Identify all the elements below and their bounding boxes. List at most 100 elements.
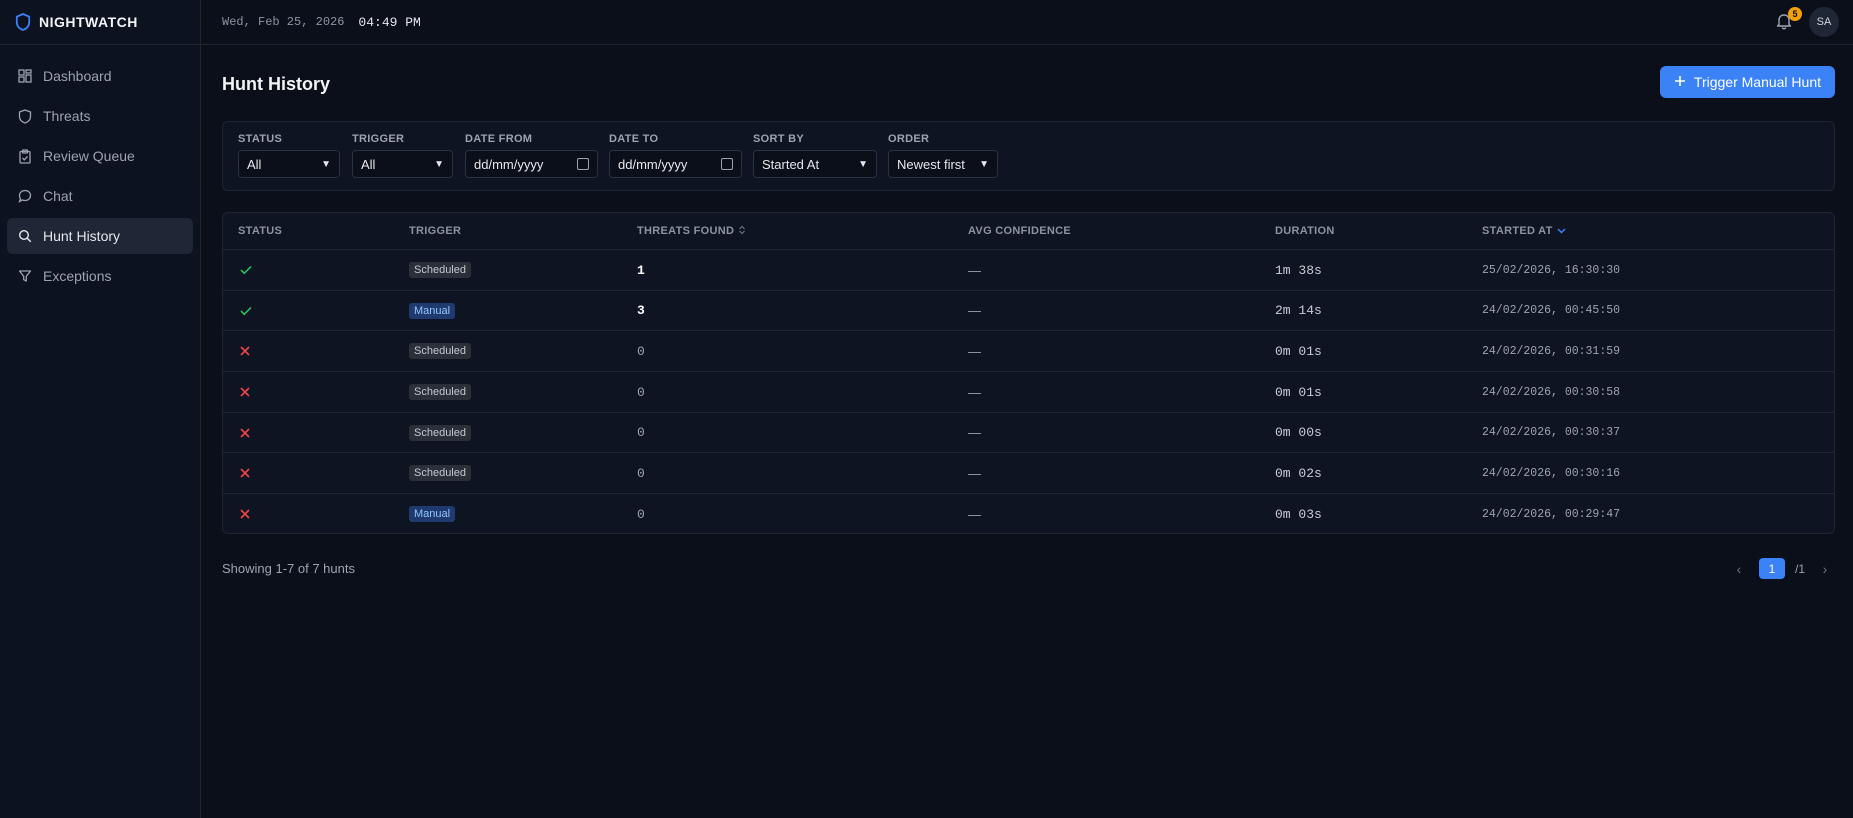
user-avatar[interactable]: SA [1809,7,1839,37]
order-filter: ORDER Newest first ▼ [888,133,998,178]
close-icon [240,372,250,412]
trigger-badge: Manual [409,506,456,523]
status-filter: STATUS All ▼ [238,133,340,178]
pagination: ‹ 1 /1 › [1729,558,1835,579]
calendar-icon[interactable] [721,158,733,170]
sidebar-item-label: Dashboard [43,68,112,84]
sidebar-item-dashboard[interactable]: Dashboard [7,58,193,94]
search-icon [17,228,33,244]
sidebar-item-review-queue[interactable]: Review Queue [7,138,193,174]
notifications-button[interactable]: 5 [1775,7,1802,32]
sort-icon [738,225,746,238]
filter-icon [17,268,33,284]
sidebar-item-chat[interactable]: Chat [7,178,193,214]
avg-confidence-cell: — [968,465,981,481]
page-title: Hunt History [222,74,330,94]
avg-confidence-cell: — [968,506,981,522]
chevron-right-icon[interactable]: › [1815,561,1835,577]
results-summary: Showing 1-7 of 7 hunts [222,561,355,576]
sidebar-item-threats[interactable]: Threats [7,98,193,134]
table-row[interactable]: Manual 0 — 0m 03s 24/02/2026, 00:29:47 [223,494,1834,533]
check-icon [240,291,252,331]
sidebar-item-label: Threats [43,108,91,124]
column-header-started-at[interactable]: STARTED AT [1482,225,1566,237]
sort-by-select[interactable]: Started At ▼ [753,150,877,178]
close-icon [240,413,250,453]
column-header-status: STATUS [238,225,283,237]
duration-cell: 0m 00s [1275,425,1322,441]
column-header-duration: DURATION [1275,225,1335,237]
status-select[interactable]: All ▼ [238,150,340,178]
brand[interactable]: NIGHTWATCH [0,0,200,45]
sidebar: NIGHTWATCH Dashboard Threats Review Queu… [0,0,201,818]
date-from-placeholder: dd/mm/yyyy [474,156,544,172]
trigger-cell: Scheduled [409,250,471,290]
trigger-badge: Scheduled [409,262,471,278]
trigger-cell: Scheduled [409,413,471,453]
avg-confidence-cell: — [968,262,981,278]
chat-icon [17,188,33,204]
clipboard-icon [17,148,33,164]
started-at-cell: 24/02/2026, 00:30:37 [1482,426,1621,440]
table-row[interactable]: Scheduled 1 — 1m 38s 25/02/2026, 16:30:30 [223,250,1834,291]
date-to-input[interactable]: dd/mm/yyyy [609,150,742,178]
dashboard-icon [17,68,33,84]
duration-cell: 2m 14s [1275,303,1322,319]
date-from-input[interactable]: dd/mm/yyyy [465,150,598,178]
sidebar-item-label: Hunt History [43,228,121,244]
order-select[interactable]: Newest first ▼ [888,150,998,178]
current-time: 04:49 PM [358,14,421,30]
chevron-down-icon: ▼ [979,158,989,170]
filter-panel: STATUS All ▼ TRIGGER All ▼ DATE FROM dd/… [222,121,1835,191]
started-at-cell: 24/02/2026, 00:30:16 [1482,466,1621,480]
table-row[interactable]: Manual 3 — 2m 14s 24/02/2026, 00:45:50 [223,291,1834,332]
threats-found-cell: 3 [637,303,645,319]
column-header-trigger: TRIGGER [409,225,462,237]
date-to-filter: DATE TO dd/mm/yyyy [609,133,742,178]
close-icon [240,331,250,371]
sidebar-item-hunt-history[interactable]: Hunt History [7,218,193,254]
date-to-label: DATE TO [609,133,659,145]
sidebar-item-label: Chat [43,188,73,204]
threats-found-cell: 0 [637,506,645,522]
duration-cell: 1m 38s [1275,262,1322,278]
plus-icon [1674,74,1686,90]
threats-found-cell: 1 [637,262,645,278]
started-at-cell: 24/02/2026, 00:29:47 [1482,507,1621,521]
threats-found-cell: 0 [637,384,645,400]
order-value: Newest first [897,156,965,172]
table-row[interactable]: Scheduled 0 — 0m 02s 24/02/2026, 00:30:16 [223,453,1834,495]
status-select-value: All [247,156,262,172]
trigger-filter: TRIGGER All ▼ [352,133,453,178]
duration-cell: 0m 03s [1275,506,1322,522]
trigger-select[interactable]: All ▼ [352,150,453,178]
current-page-button[interactable]: 1 [1758,558,1785,579]
trigger-manual-hunt-button[interactable]: Trigger Manual Hunt [1659,66,1835,98]
sidebar-item-label: Exceptions [43,268,112,284]
chevron-down-icon: ▼ [434,158,444,170]
shield-logo-icon [15,13,31,31]
sidebar-item-exceptions[interactable]: Exceptions [7,258,193,294]
started-at-cell: 24/02/2026, 00:30:58 [1482,385,1621,399]
date-to-placeholder: dd/mm/yyyy [618,156,688,172]
trigger-cell: Scheduled [409,372,471,412]
column-header-label: STARTED AT [1482,225,1553,237]
trigger-manual-hunt-label: Trigger Manual Hunt [1693,74,1821,90]
hunt-history-table: STATUS TRIGGER THREATS FOUND AVG CONFIDE… [222,212,1835,534]
table-row[interactable]: Scheduled 0 — 0m 01s 24/02/2026, 00:30:58 [223,372,1834,413]
table-row[interactable]: Scheduled 0 — 0m 01s 24/02/2026, 00:31:59 [223,331,1834,373]
sort-by-value: Started At [762,156,820,172]
status-filter-label: STATUS [238,133,283,145]
trigger-filter-label: TRIGGER [352,133,405,145]
total-pages: /1 [1794,561,1805,576]
sidebar-item-label: Review Queue [43,148,135,164]
table-row[interactable]: Scheduled 0 — 0m 00s 24/02/2026, 00:30:37 [223,413,1834,454]
column-header-threats-found[interactable]: THREATS FOUND [637,225,746,238]
avg-confidence-cell: — [968,343,981,359]
chevron-left-icon[interactable]: ‹ [1729,561,1749,577]
notification-count-badge: 5 [1788,7,1802,21]
close-icon [240,453,250,493]
order-label: ORDER [888,133,930,145]
calendar-icon[interactable] [577,158,589,170]
sort-by-filter: SORT BY Started At ▼ [753,133,877,178]
